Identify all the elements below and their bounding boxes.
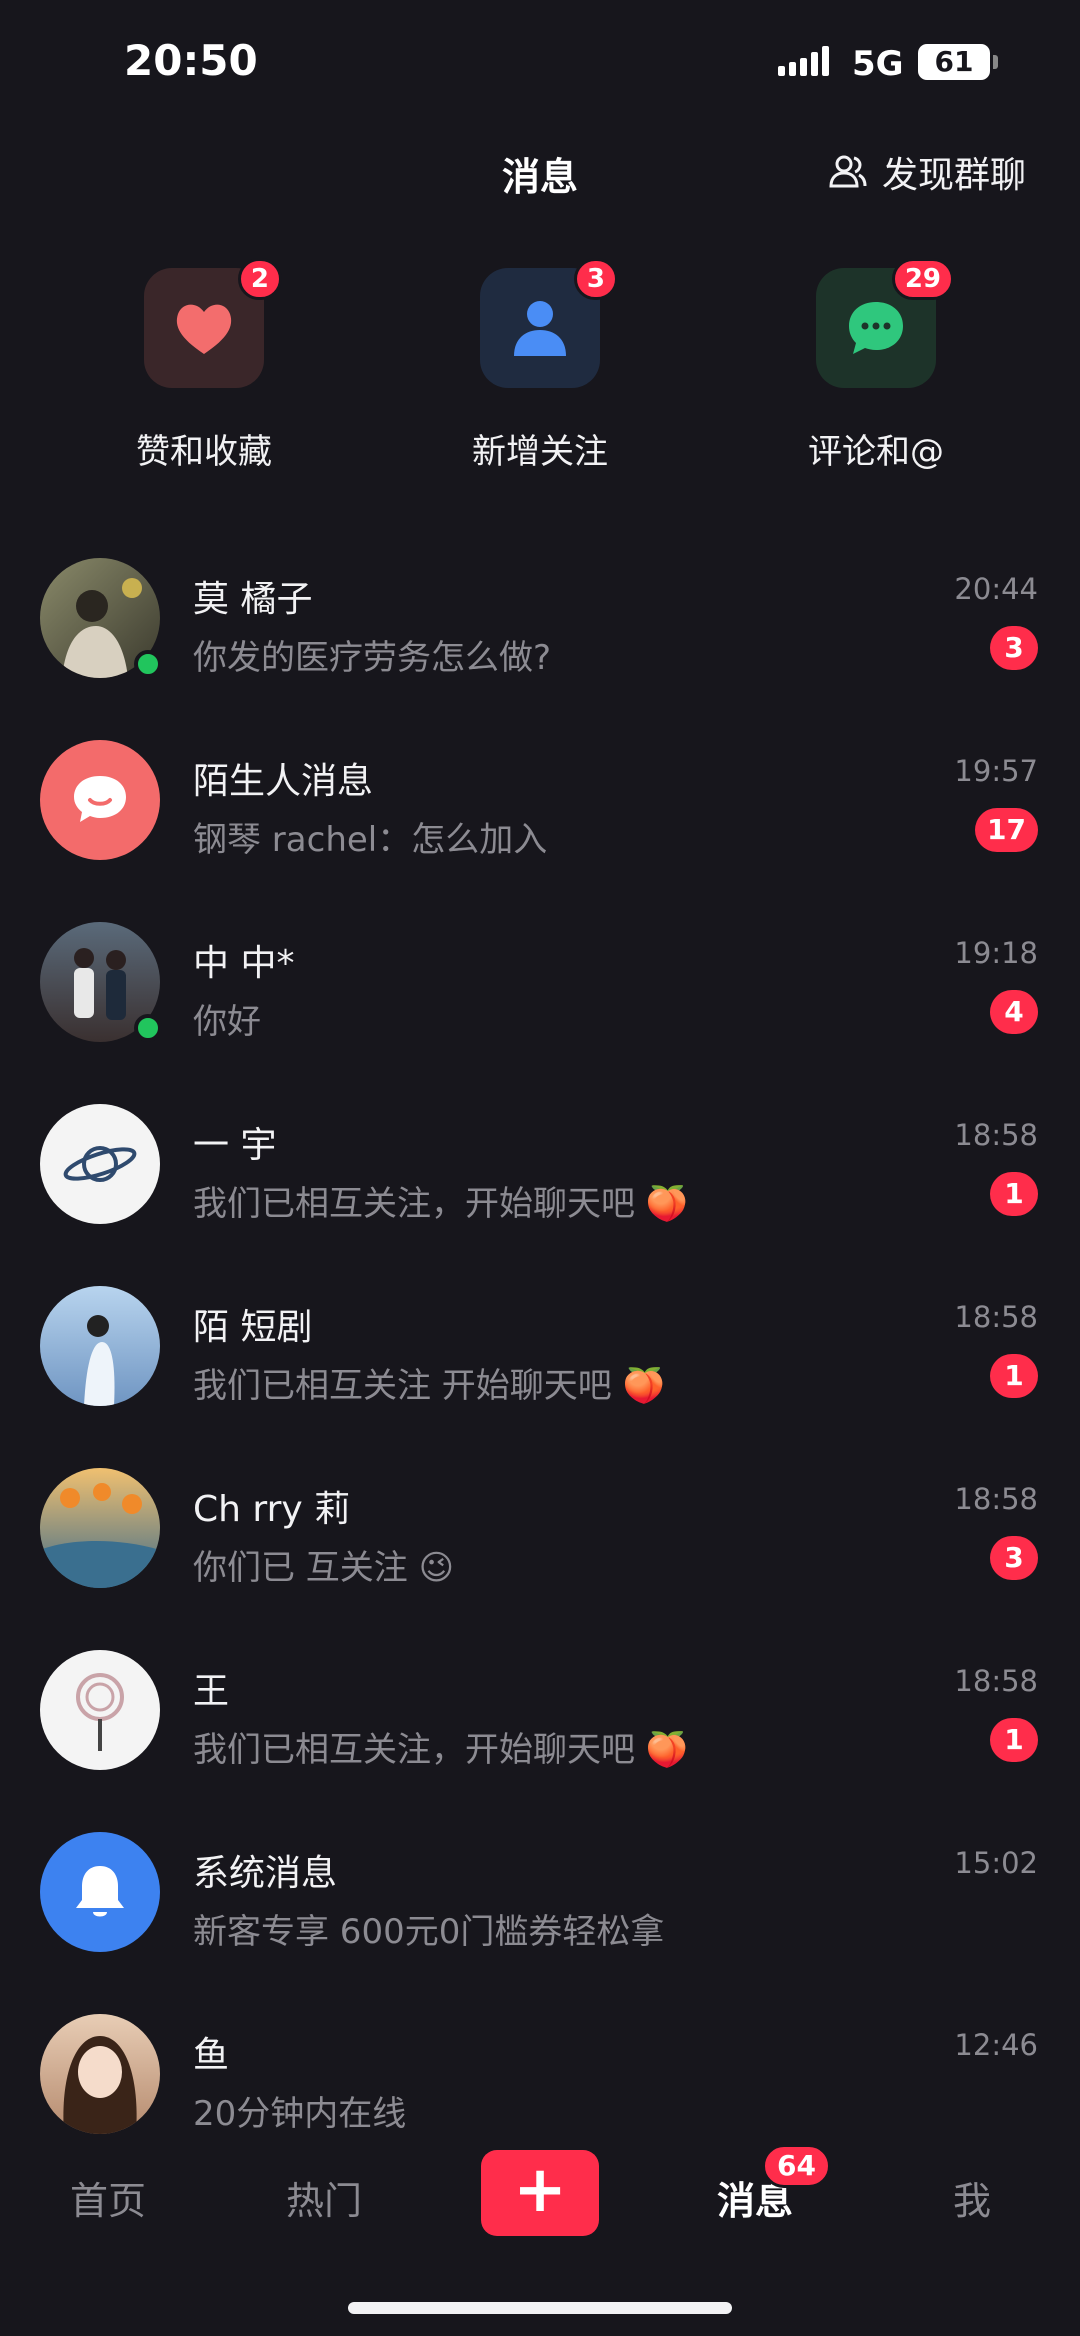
chat-name: Ch rry 莉 [193, 1489, 351, 1530]
battery-icon: 61 [918, 44, 990, 80]
chat-preview: 我们已相互关注，开始聊天吧 🍑 [193, 1176, 688, 1225]
unread-badge: 1 [990, 1172, 1038, 1216]
chat-bubble-icon [849, 302, 903, 354]
comments-badge: 29 [891, 258, 954, 300]
likes-tile: 2 [144, 258, 282, 388]
chat-item[interactable]: 王 我们已相互关注，开始聊天吧 🍑 18:58 1 [0, 1640, 1080, 1822]
status-bar: 20:50 5G 61 [0, 0, 1080, 120]
chat-preview: 我们已相互关注，开始聊天吧 🍑 [193, 1722, 688, 1771]
chat-time: 15:02 [954, 1846, 1038, 1880]
heart-icon [176, 304, 232, 354]
messages-badge: 64 [762, 2144, 831, 2188]
chat-name: 系统消息 [193, 1853, 338, 1894]
home-indicator [348, 2302, 732, 2314]
bell-icon [76, 1866, 124, 1917]
avatar [40, 740, 160, 860]
chat-item[interactable]: 陌 短剧 我们已相互关注 开始聊天吧 🍑 18:58 1 [0, 1276, 1080, 1458]
chat-preview-text: 我们已相互关注，开始聊天吧 [193, 1184, 635, 1224]
chat-time: 18:58 [954, 1118, 1038, 1152]
status-time: 20:50 [124, 36, 258, 85]
signal-icon [778, 44, 829, 76]
new-followers-label: 新增关注 [472, 432, 608, 472]
chat-item[interactable]: Ch rry 莉 你们已 互关注 😉 18:58 3 [0, 1458, 1080, 1640]
online-indicator [134, 650, 162, 678]
chat-item[interactable]: 陌生人消息 钢琴 rachel：怎么加入 19:57 17 [0, 730, 1080, 912]
avatar [40, 1650, 160, 1770]
unread-badge: 4 [990, 990, 1038, 1034]
publish-button[interactable]: + [481, 2150, 599, 2236]
nav-me[interactable]: 我 [892, 2170, 1052, 2225]
chat-item[interactable]: 一 宇 我们已相互关注，开始聊天吧 🍑 18:58 1 [0, 1094, 1080, 1276]
peach-emoji-icon: 🍑 [645, 1730, 689, 1770]
chat-preview-text: 我们已相互关注，开始聊天吧 [193, 1730, 635, 1770]
chat-item[interactable]: 系统消息 新客专享 600元0门槛券轻松拿 15:02 [0, 1822, 1080, 2004]
comments-tile: 29 [816, 258, 954, 388]
nav-home[interactable]: 首页 [28, 2170, 188, 2225]
battery-tip [993, 55, 998, 69]
photo-avatar-icon [40, 1483, 160, 1588]
chat-preview: 你们已 互关注 😉 [193, 1540, 454, 1589]
unread-badge: 3 [990, 1536, 1038, 1580]
chat-preview: 我们已相互关注 开始聊天吧 🍑 [193, 1358, 665, 1407]
chat-preview-text: 你们已 互关注 [193, 1548, 408, 1588]
planet-icon [63, 1146, 137, 1182]
chat-time: 18:58 [954, 1482, 1038, 1516]
group-people-icon [829, 155, 867, 188]
photo-avatar-icon [63, 2036, 137, 2134]
chat-name: 陌 短剧 [193, 1307, 313, 1348]
new-followers-tile: 3 [480, 258, 618, 388]
quick-action-likes[interactable]: 2 赞和收藏 [84, 258, 324, 473]
avatar [40, 1832, 160, 1952]
chat-name: 莫 橘子 [193, 579, 313, 620]
unread-badge: 3 [990, 626, 1038, 670]
chat-name: 鱼 [193, 2035, 230, 2076]
avatar [40, 1286, 160, 1406]
chat-preview: 新客专享 600元0门槛券轻松拿 [193, 1912, 665, 1952]
chat-item[interactable]: 中 中* 你好 19:18 4 [0, 912, 1080, 1094]
bottom-nav: 首页 热门 + 消息 我 [0, 2150, 1080, 2270]
stranger-message-icon [74, 776, 126, 822]
chat-list: 莫 橘子 你发的医疗劳务怎么做? 20:44 3 陌生人消息 钢琴 rachel… [0, 548, 1080, 2186]
chat-item[interactable]: 莫 橘子 你发的医疗劳务怎么做? 20:44 3 [0, 548, 1080, 730]
chat-preview: 钢琴 rachel：怎么加入 [193, 820, 548, 860]
wink-emoji-icon: 😉 [418, 1548, 455, 1588]
chat-time: 18:58 [954, 1300, 1038, 1334]
avatar [40, 1468, 160, 1588]
likes-label: 赞和收藏 [136, 432, 272, 472]
chat-time: 19:18 [954, 936, 1038, 970]
discover-group-button[interactable]: 发现群聊 [826, 146, 1026, 198]
discover-group-label: 发现群聊 [881, 155, 1026, 196]
online-indicator [134, 1014, 162, 1042]
photo-avatar-icon [84, 1315, 115, 1406]
chat-time: 18:58 [954, 1664, 1038, 1698]
comments-label: 评论和@ [808, 432, 944, 472]
new-followers-badge: 3 [573, 258, 618, 300]
peach-emoji-icon: 🍑 [622, 1366, 665, 1406]
chat-time: 19:57 [954, 754, 1038, 788]
peach-emoji-icon: 🍑 [645, 1184, 689, 1224]
avatar [40, 2014, 160, 2134]
quick-action-comments[interactable]: 29 评论和@ [756, 258, 996, 473]
chat-name: 中 中* [193, 943, 295, 984]
chat-preview-text: 我们已相互关注 开始聊天吧 [193, 1366, 612, 1406]
chat-preview: 20分钟内在线 [193, 2094, 407, 2134]
chat-preview: 你发的医疗劳务怎么做? [193, 638, 552, 678]
network-type: 5G [852, 44, 904, 84]
chat-name: 王 [193, 1671, 230, 1712]
chat-name: 一 宇 [193, 1125, 277, 1166]
unread-badge: 1 [990, 1718, 1038, 1762]
chat-time: 12:46 [954, 2028, 1038, 2062]
unread-badge: 1 [990, 1354, 1038, 1398]
chat-time: 20:44 [954, 572, 1038, 606]
lollipop-icon [76, 1673, 124, 1751]
chat-preview: 你好 [193, 1002, 261, 1042]
person-icon [514, 301, 566, 356]
chat-name: 陌生人消息 [193, 761, 374, 802]
quick-action-new-followers[interactable]: 3 新增关注 [420, 258, 660, 473]
avatar [40, 1104, 160, 1224]
nav-hot[interactable]: 热门 [244, 2170, 404, 2225]
unread-badge: 17 [975, 808, 1038, 852]
likes-badge: 2 [237, 258, 282, 300]
